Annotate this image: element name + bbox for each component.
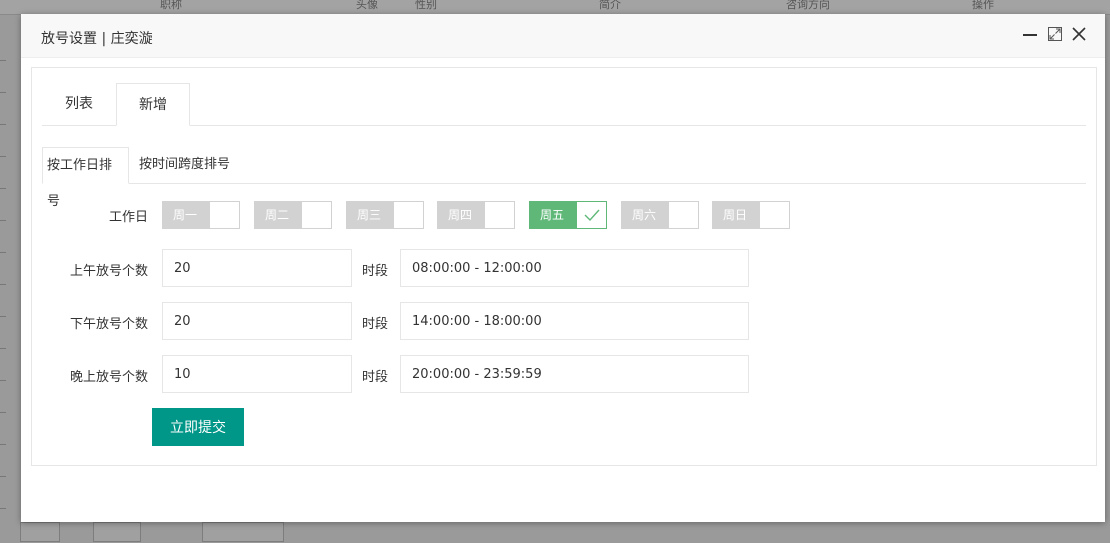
background-table-header: 职称 头像 性别 简介 咨询方向 操作 [0, 0, 1110, 15]
day-label: 周一 [163, 202, 210, 228]
tab-by-workday[interactable]: 按工作日排号 [42, 147, 129, 209]
schedule-mode-tabs: 按工作日排号 按时间跨度排号 [42, 147, 1086, 209]
background-row-divider [0, 316, 6, 317]
afternoon-count-input[interactable] [162, 302, 352, 340]
background-row-divider [0, 188, 6, 189]
morning-slot-label: 时段 [362, 264, 389, 279]
background-pager-box [20, 522, 60, 542]
day-checkbox-tue[interactable]: 周二 [254, 201, 332, 229]
background-row-divider [0, 284, 6, 285]
day-checkbox-sun[interactable]: 周日 [712, 201, 790, 229]
dialog-header: 放号设置 | 庄奕漩 [21, 14, 1105, 58]
background-row-divider [0, 252, 6, 253]
background-column: 简介 [599, 0, 621, 11]
afternoon-slot-label: 时段 [362, 317, 389, 332]
maximize-icon[interactable] [1047, 26, 1063, 42]
main-tabs: 列表 新增 [42, 83, 1086, 126]
background-row-divider [0, 508, 6, 509]
day-label: 周日 [713, 202, 760, 228]
evening-count-input[interactable] [162, 355, 352, 393]
minimize-icon[interactable] [1022, 26, 1038, 42]
background-pager-box [93, 522, 141, 542]
submit-button[interactable]: 立即提交 [152, 408, 244, 446]
background-row-divider [0, 92, 6, 93]
day-checkbox-fri[interactable]: 周五 [529, 201, 607, 229]
background-row-divider [0, 476, 6, 477]
evening-time-range-input[interactable] [400, 355, 749, 393]
day-checkbox-mon[interactable]: 周一 [162, 201, 240, 229]
day-label: 周三 [347, 202, 394, 228]
day-label: 周二 [255, 202, 302, 228]
day-label: 周四 [438, 202, 485, 228]
background-row-divider [0, 412, 6, 413]
afternoon-time-range-input[interactable] [400, 302, 749, 340]
background-row-divider [0, 444, 6, 445]
morning-count-input[interactable] [162, 249, 352, 287]
morning-count-label: 上午放号个数 [69, 264, 148, 279]
settings-dialog: 放号设置 | 庄奕漩 列表 新增 按工作日排号 按时间跨度排号 工作日 周一 周… [21, 14, 1105, 522]
tab-list[interactable]: 列表 [42, 83, 116, 125]
background-column: 性别 [415, 0, 437, 11]
tab-add[interactable]: 新增 [116, 83, 190, 126]
day-label: 周六 [622, 202, 669, 228]
background-column: 操作 [972, 0, 994, 11]
background-row-divider [0, 156, 6, 157]
background-column: 头像 [356, 0, 378, 11]
background-column: 咨询方向 [786, 0, 830, 11]
close-icon[interactable] [1071, 26, 1087, 42]
dialog-title: 放号设置 | 庄奕漩 [41, 31, 153, 47]
evening-slot-label: 时段 [362, 370, 389, 385]
form-panel: 列表 新增 按工作日排号 按时间跨度排号 工作日 周一 周二 周三 周四 周五 … [31, 67, 1097, 466]
evening-count-label: 晚上放号个数 [69, 370, 148, 385]
day-checkbox-wed[interactable]: 周三 [346, 201, 424, 229]
background-row-divider [0, 380, 6, 381]
morning-time-range-input[interactable] [400, 249, 749, 287]
day-checkbox-thu[interactable]: 周四 [437, 201, 515, 229]
background-row-divider [0, 124, 6, 125]
background-row-divider [0, 60, 6, 61]
checkmark-icon [584, 209, 600, 222]
tab-by-time-span[interactable]: 按时间跨度排号 [135, 147, 234, 183]
workday-label: 工作日 [108, 210, 148, 225]
day-label: 周五 [530, 202, 577, 228]
afternoon-count-label: 下午放号个数 [69, 317, 148, 332]
background-column: 职称 [160, 0, 182, 11]
background-row-divider [0, 220, 6, 221]
background-pager-box [202, 522, 284, 542]
day-checkbox-sat[interactable]: 周六 [621, 201, 699, 229]
background-row-divider [0, 348, 6, 349]
